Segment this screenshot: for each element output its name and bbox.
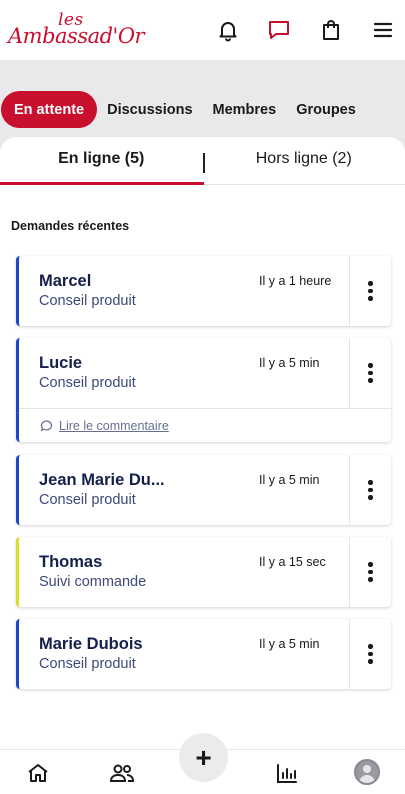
kebab-icon <box>368 281 373 301</box>
kebab-icon <box>368 562 373 582</box>
requester-name: Marie Dubois <box>39 635 143 653</box>
read-comment-link[interactable]: Lire le commentaire <box>19 408 391 442</box>
request-card[interactable]: Lucie Conseil produit Il y a 5 min Lire … <box>16 338 391 442</box>
more-options-button[interactable] <box>349 256 391 326</box>
comment-icon <box>40 420 53 432</box>
request-card[interactable]: Marcel Conseil produit Il y a 1 heure <box>16 256 391 326</box>
request-card[interactable]: Jean Marie Du... Conseil produit Il y a … <box>16 455 391 525</box>
kebab-icon <box>368 480 373 500</box>
tab-en-ligne[interactable]: En ligne (5) <box>0 135 203 182</box>
add-button[interactable]: + <box>179 733 228 782</box>
request-card[interactable]: Thomas Suivi commande Il y a 15 sec <box>16 537 391 607</box>
request-topic: Conseil produit <box>39 375 136 391</box>
request-time: Il y a 5 min <box>259 473 320 487</box>
filter-membres[interactable]: Membres <box>203 91 287 128</box>
avatar[interactable] <box>354 759 380 785</box>
brand-logo[interactable]: les Ambassad'Or <box>8 10 145 54</box>
active-tab-indicator <box>0 182 204 185</box>
stats-icon[interactable] <box>274 760 300 786</box>
read-comment-label: Lire le commentaire <box>59 418 169 433</box>
tab-hors-ligne[interactable]: Hors ligne (2) <box>203 135 405 182</box>
request-time: Il y a 5 min <box>259 356 320 370</box>
shopping-bag-icon[interactable] <box>318 17 344 43</box>
request-time: Il y a 15 sec <box>259 555 326 569</box>
request-time: Il y a 5 min <box>259 637 320 651</box>
filter-chips: En attente Discussions Membres Groupes <box>0 91 405 128</box>
kebab-icon <box>368 363 373 383</box>
kebab-icon <box>368 644 373 664</box>
section-title: Demandes récentes <box>11 219 130 233</box>
logo-main-text: Ambassad'Or <box>8 24 145 48</box>
filter-discussions[interactable]: Discussions <box>97 91 202 128</box>
bell-icon[interactable] <box>215 17 241 43</box>
home-icon[interactable] <box>25 760 51 786</box>
requester-name: Thomas <box>39 553 103 571</box>
menu-icon[interactable] <box>370 17 396 43</box>
request-topic: Suivi commande <box>39 574 147 590</box>
people-icon[interactable] <box>107 760 137 786</box>
requester-name: Lucie <box>39 354 83 372</box>
request-time: Il y a 1 heure <box>259 274 332 288</box>
requester-name: Jean Marie Du... <box>39 471 165 489</box>
request-topic: Conseil produit <box>39 293 136 309</box>
more-options-button[interactable] <box>349 455 391 525</box>
app-header: les Ambassad'Or <box>0 0 405 60</box>
request-topic: Conseil produit <box>39 492 136 508</box>
filter-en-attente[interactable]: En attente <box>1 91 98 128</box>
tab-divider <box>203 153 205 173</box>
request-card[interactable]: Marie Dubois Conseil produit Il y a 5 mi… <box>16 619 391 689</box>
requester-name: Marcel <box>39 272 92 290</box>
request-topic: Conseil produit <box>39 656 136 672</box>
more-options-button[interactable] <box>349 619 391 689</box>
more-options-button[interactable] <box>349 537 391 607</box>
more-options-button[interactable] <box>349 338 391 408</box>
filter-groupes[interactable]: Groupes <box>286 91 366 128</box>
chat-icon[interactable] <box>266 17 292 43</box>
